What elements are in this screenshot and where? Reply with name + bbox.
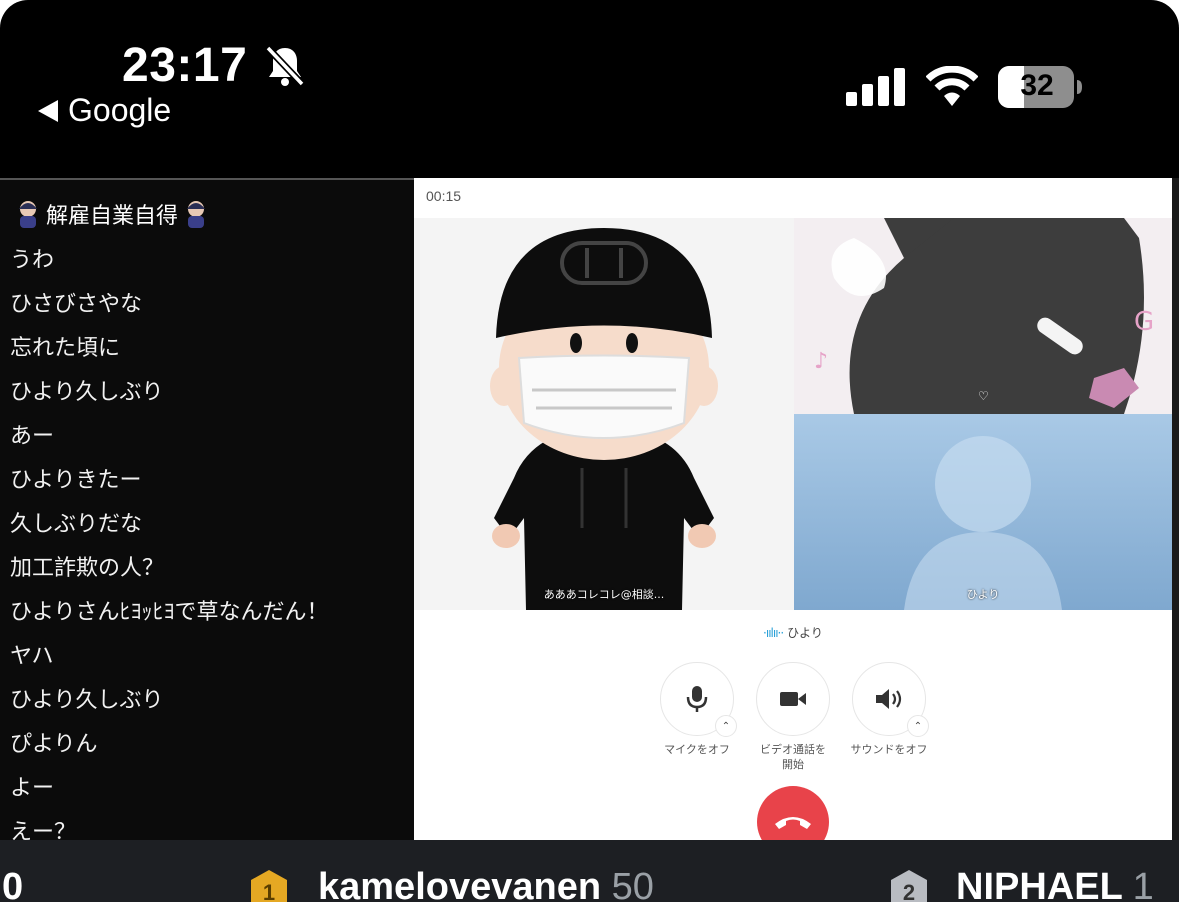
participant-name-label: あああコレコレ@相談... bbox=[543, 588, 665, 601]
cellular-signal-icon bbox=[846, 68, 905, 106]
chevron-up-icon[interactable]: ⌃ bbox=[907, 715, 929, 737]
svg-text:♡: ♡ bbox=[978, 389, 989, 403]
cap-mask-avatar-image bbox=[414, 218, 794, 610]
rank-2-silver-medal-icon: 2 bbox=[891, 870, 927, 902]
chat-message: ひより久しぶり bbox=[10, 380, 164, 405]
chat-message: ヤハ bbox=[10, 644, 54, 669]
speaker-icon bbox=[876, 689, 902, 709]
svg-text:G: G bbox=[1134, 307, 1154, 337]
sound-toggle-button[interactable]: ⌃ bbox=[852, 662, 929, 737]
svg-text:♪: ♪ bbox=[814, 349, 828, 374]
chat-message: あー bbox=[10, 424, 55, 449]
leaderboard-partial-score: 0 bbox=[2, 866, 24, 902]
call-timer: 00:15 bbox=[426, 188, 462, 204]
participant-name-label: ひより bbox=[966, 588, 1000, 601]
leaderboard-entry[interactable]: kamelovevanen 50 bbox=[318, 866, 654, 902]
chat-message: 久しぶりだな bbox=[10, 512, 143, 537]
default-avatar-silhouette bbox=[904, 436, 1062, 610]
chat-message: よー bbox=[10, 776, 55, 801]
chat-message: ひよりきたー bbox=[10, 468, 142, 493]
background-window-strip bbox=[1172, 178, 1179, 840]
wifi-icon bbox=[926, 66, 978, 106]
chevron-up-icon[interactable]: ⌃ bbox=[715, 715, 737, 737]
sound-toggle-label: サウンドをオフ bbox=[850, 743, 928, 756]
bell-muted-icon bbox=[265, 45, 305, 87]
clock: 23:17 bbox=[122, 39, 248, 92]
back-arrow-icon bbox=[38, 99, 58, 122]
chat-message: 忘れた頃に bbox=[10, 336, 121, 361]
chat-message: うわ bbox=[10, 248, 55, 273]
chat-header: 解雇自業自得 bbox=[14, 198, 210, 230]
chat-header-text: 解雇自業自得 bbox=[46, 204, 179, 229]
speaker-name: ひより bbox=[787, 626, 823, 640]
participant-tile-hiyori[interactable]: ひより bbox=[794, 414, 1172, 610]
participant-tile-main[interactable]: あああコレコレ@相談... bbox=[414, 218, 794, 610]
leaderboard-score: 50 bbox=[611, 866, 654, 902]
back-to-app-link[interactable]: Google bbox=[38, 92, 171, 129]
speaking-indicator: ·ıılıı·· ひより bbox=[414, 624, 1172, 641]
chat-message: ひより久しぶり bbox=[10, 688, 164, 713]
emoji-avatar-icon bbox=[187, 201, 206, 228]
phone-hangup-icon bbox=[775, 817, 811, 829]
start-video-label-line2: 開始 bbox=[782, 758, 804, 771]
mic-toggle-label: マイクをオフ bbox=[664, 743, 730, 756]
rank-number: 1 bbox=[263, 880, 275, 902]
emoji-avatar-icon bbox=[19, 201, 37, 228]
leaderboard-score: 1 bbox=[1132, 866, 1154, 902]
leaderboard-username: NIPHAEL bbox=[956, 866, 1123, 902]
chat-panel: 解雇自業自得 うわ ひさびさやな 忘れた頃に ひより久しぶり あー ひよりきたー… bbox=[0, 178, 414, 845]
microphone-icon bbox=[686, 686, 708, 712]
audio-wave-icon: ·ıılıı·· bbox=[763, 626, 784, 640]
rank-number: 2 bbox=[903, 880, 915, 902]
back-app-label: Google bbox=[68, 92, 172, 128]
start-video-label: ビデオ通話を 開始 bbox=[738, 742, 848, 772]
rank-1-gold-medal-icon: 1 bbox=[251, 870, 287, 902]
black-cat-avatar-image: ♪ G ♡ bbox=[794, 218, 1172, 414]
leaderboard-username: kamelovevanen bbox=[318, 866, 602, 902]
video-camera-icon bbox=[780, 692, 806, 706]
battery-percentage: 32 bbox=[1020, 69, 1054, 102]
start-video-button[interactable] bbox=[756, 662, 830, 736]
leaderboard-entry[interactable]: NIPHAEL 1 bbox=[956, 866, 1154, 902]
chat-message: ひさびさやな bbox=[10, 292, 143, 317]
chat-message: ひよりさんﾋﾖｯﾋﾖで草なんだん！ bbox=[10, 600, 329, 625]
leaderboard-bar: 0 1 kamelovevanen 50 2 NIPHAEL 1 bbox=[0, 840, 1179, 902]
participant-tile-cat[interactable]: ♪ G ♡ bbox=[794, 218, 1172, 414]
mic-toggle-button[interactable]: ⌃ bbox=[660, 662, 737, 737]
status-bar: 23:17 Google 32 bbox=[0, 0, 1179, 178]
chat-message: 加工詐欺の人？ bbox=[10, 556, 165, 581]
start-video-label-line1: ビデオ通話を bbox=[760, 743, 826, 756]
video-call-window: 00:15 あああコレコレ@相談... ♪ G ♡ ひより ·ıılıı·· ひ… bbox=[414, 178, 1172, 858]
chat-message: ぴよりん bbox=[10, 732, 98, 757]
